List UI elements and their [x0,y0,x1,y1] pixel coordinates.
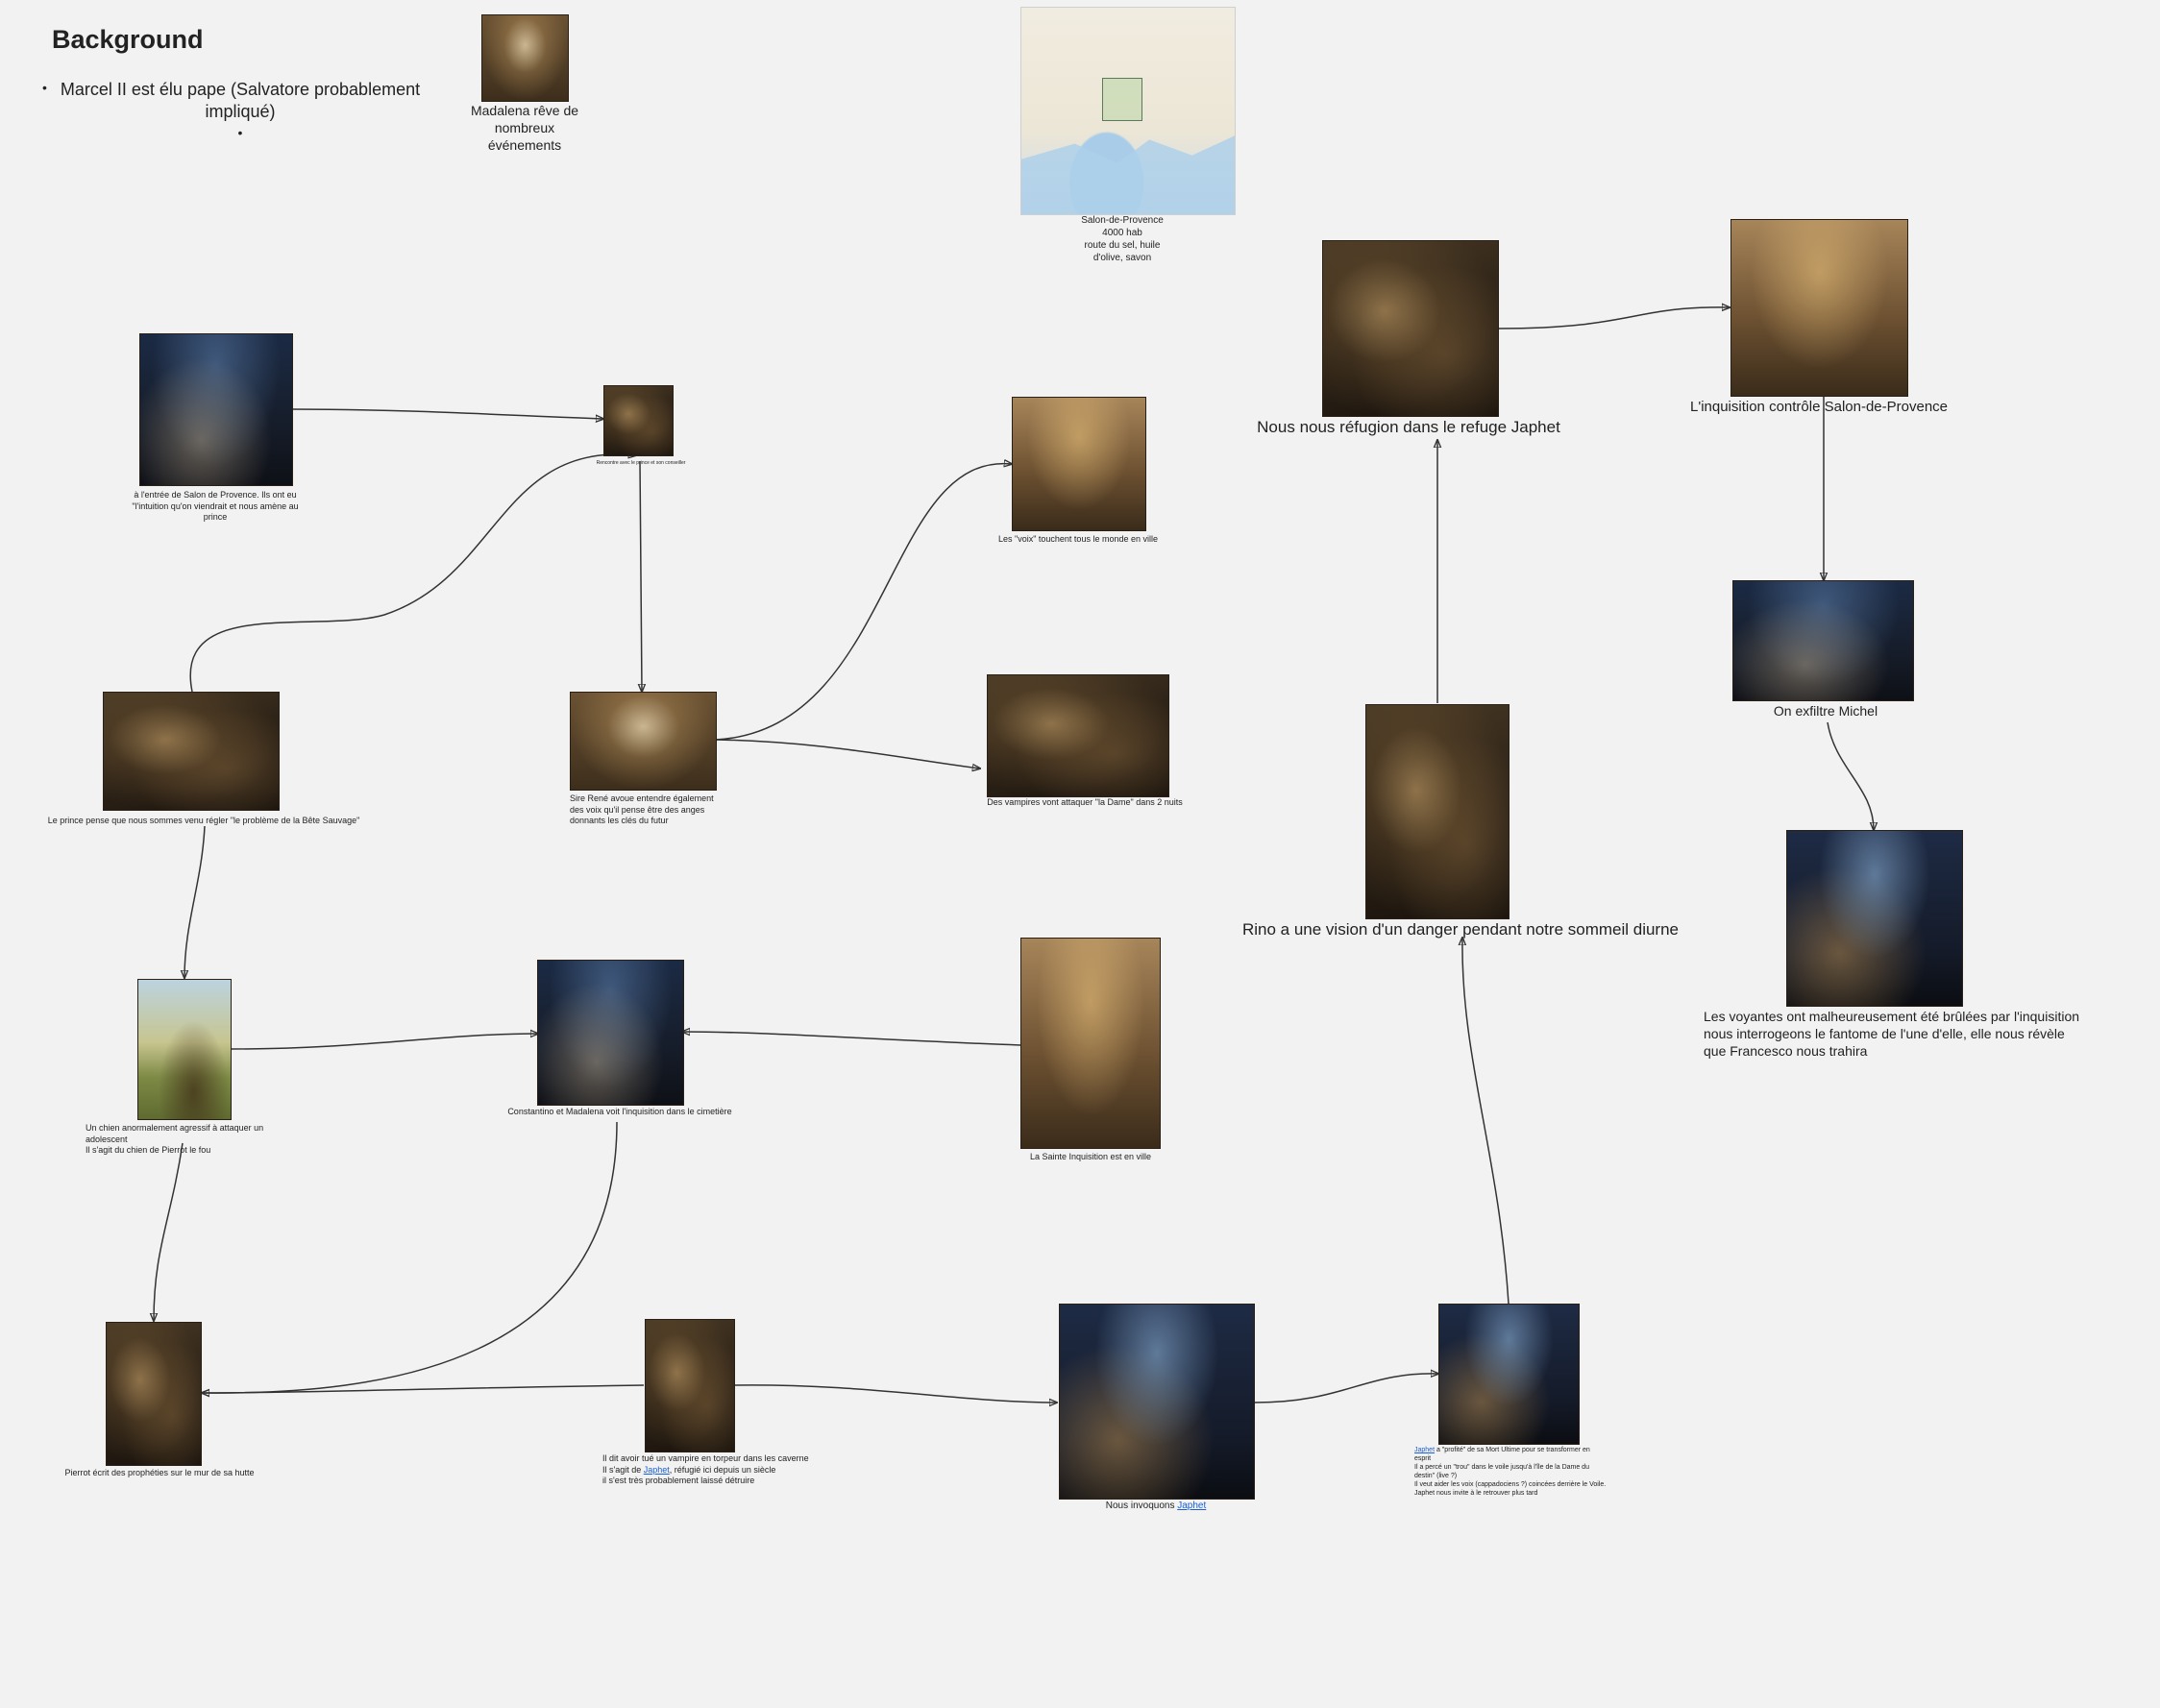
prince-bete-image[interactable] [103,692,280,811]
japhet-line-1: Japhet a "profité" de sa Mort Ultime pou… [1414,1446,1607,1463]
edge-michel-to-voyantes [1827,721,1874,830]
background-empty-bullet: • [237,124,243,140]
japhet-link[interactable]: Japhet [644,1465,670,1475]
japhet-esprit-image[interactable] [1438,1304,1580,1445]
exfiltre-michel-caption: On exfiltre Michel [1773,703,1878,719]
invoquons-japhet-link[interactable]: Japhet [1177,1501,1206,1511]
japhet-esprit-link[interactable]: Japhet [1414,1447,1435,1453]
invoquons-image[interactable] [1059,1304,1255,1500]
pierrot-image[interactable] [106,1322,202,1466]
pierrot-caption: Pierrot écrit des prophéties sur le mur … [64,1468,255,1477]
edge-invoquons-to-japhet [1254,1374,1438,1403]
madalena-reve-caption: Madalena rêve de nombreux événements [470,103,579,154]
madalena-portrait-image[interactable] [481,14,569,102]
japhet-line-4: Japhet nous invite à le retrouver plus t… [1414,1490,1538,1498]
salon-name: Salon-de-Provence [1081,215,1164,226]
edge-chien-to-pierrot [154,1142,184,1321]
torpeur-line-2-pre: Il s'agit de [602,1464,644,1475]
voix-ville-caption: Les "voix" touchent tous le monde en vil… [998,534,1158,544]
background-bullet: • Marcel II est élu pape (Salvatore prob… [38,79,423,124]
refuge-japhet-caption: Nous nous réfugion dans le refuge Japhet [1257,418,1560,436]
background-list: • Marcel II est élu pape (Salvatore prob… [38,79,423,141]
torpeur-line-3: il s'est très probablement laissé détrui… [602,1476,755,1486]
background-bullet-text: Marcel II est élu pape (Salvatore probab… [60,80,421,122]
edge-inquisition-to-constantino [682,1032,1021,1046]
edge-refuge-to-inquisition [1498,307,1730,329]
edge-rene-to-vampires [715,739,980,769]
voix-ville-image[interactable] [1012,397,1146,531]
torpeur-line-2: Il s'agit de Japhet, réfugié ici depuis … [602,1465,814,1476]
prince-bete-caption: Le prince pense que nous sommes venu rég… [47,816,360,825]
salon-population: 4000 hab [1102,228,1142,238]
salon-map-caption: Salon-de-Provence 4000 hab route du sel,… [1055,214,1190,264]
exfiltre-michel-image[interactable] [1732,580,1914,701]
refuge-japhet-image[interactable] [1322,240,1499,417]
chien-agressif-caption: Un chien anormalement agressif à attaque… [86,1123,307,1157]
vampires-dame-caption: Des vampires vont attaquer "la Dame" dan… [987,797,1183,807]
constantino-image[interactable] [537,960,684,1106]
edge-torpeur-to-pierrot [202,1384,645,1393]
japhet-line-1-post: a "profité" de sa Mort Ultime pour se tr… [1414,1447,1590,1463]
torpeur-line-1: Il dit avoir tué un vampire en torpeur d… [602,1453,809,1463]
chien-line-1: Un chien anormalement agressif à attaque… [86,1123,264,1144]
rencontre-prince-caption: Rencontre avec le prince et son conseill… [596,460,686,466]
voyantes-line-2: nous interrogeons le fantome de l'une d'… [1704,1026,2065,1042]
sainte-inquisition-caption: La Sainte Inquisition est en ville [1029,1152,1152,1161]
voyantes-caption: Les voyantes ont malheureusement été brû… [1704,1008,2107,1061]
sire-rene-image[interactable] [570,692,717,791]
constantino-caption: Constantino et Madalena voit l'inquisiti… [507,1107,732,1116]
inquisition-controle-image[interactable] [1730,219,1908,397]
edge-entree-to-rencontre [291,408,603,419]
torpeur-line-2-post: , réfugié ici depuis un siècle [669,1464,776,1475]
vampires-dame-image[interactable] [987,674,1169,797]
chien-agressif-image[interactable] [137,979,232,1120]
background-title: Background [52,25,204,54]
voyantes-line-3: que Francesco nous trahira [1704,1043,1868,1060]
sire-rene-caption: Sire René avoue entendre également des v… [570,793,714,826]
invoquons-pre: Nous invoquons [1105,1501,1178,1511]
edge-chien-to-constantino [230,1034,538,1050]
voyantes-image[interactable] [1786,830,1963,1007]
vampire-torpeur-image[interactable] [645,1319,735,1452]
vampire-torpeur-caption: Il dit avoir tué un vampire en torpeur d… [602,1453,814,1487]
inquisition-controle-caption: L'inquisition contrôle Salon-de-Provence [1689,399,1949,415]
bullet-dot: • [42,80,47,95]
rencontre-prince-image[interactable] [603,385,674,456]
chien-line-2: Il s'agit du chien de Pierrot le fou [86,1145,211,1156]
edge-prince-to-chien [184,825,206,978]
entree-salon-image[interactable] [139,333,293,486]
salon-trade-1: route du sel, huile [1084,240,1161,251]
salon-de-provence-map[interactable] [1020,7,1236,215]
japhet-esprit-caption: Japhet a "profité" de sa Mort Ultime pou… [1414,1446,1607,1499]
voyantes-line-1: Les voyantes ont malheureusement été brû… [1704,1009,2080,1024]
sainte-inquisition-image[interactable] [1020,938,1161,1149]
edge-japhet-to-rino [1462,938,1510,1305]
entree-salon-caption: à l'entrée de Salon de Provence. Ils ont… [132,490,299,523]
rino-vision-caption: Rino a une vision d'un danger pendant no… [1241,920,1680,939]
invoquons-caption: Nous invoquons Japhet [1059,1500,1253,1512]
salon-trade-2: d'olive, savon [1092,253,1152,263]
edge-torpeur-to-invoquons [733,1384,1057,1403]
japhet-line-2: Il a percé un "trou" dans le voile jusqu… [1414,1464,1589,1480]
japhet-line-3: Il veut aider les voix (cappadociens ?) … [1414,1481,1607,1489]
edge-constantino-to-pierrot [202,1121,618,1393]
edge-rencontre-to-rene [640,460,642,692]
rino-vision-image[interactable] [1365,704,1510,919]
edge-rene-to-voix [715,464,1012,741]
